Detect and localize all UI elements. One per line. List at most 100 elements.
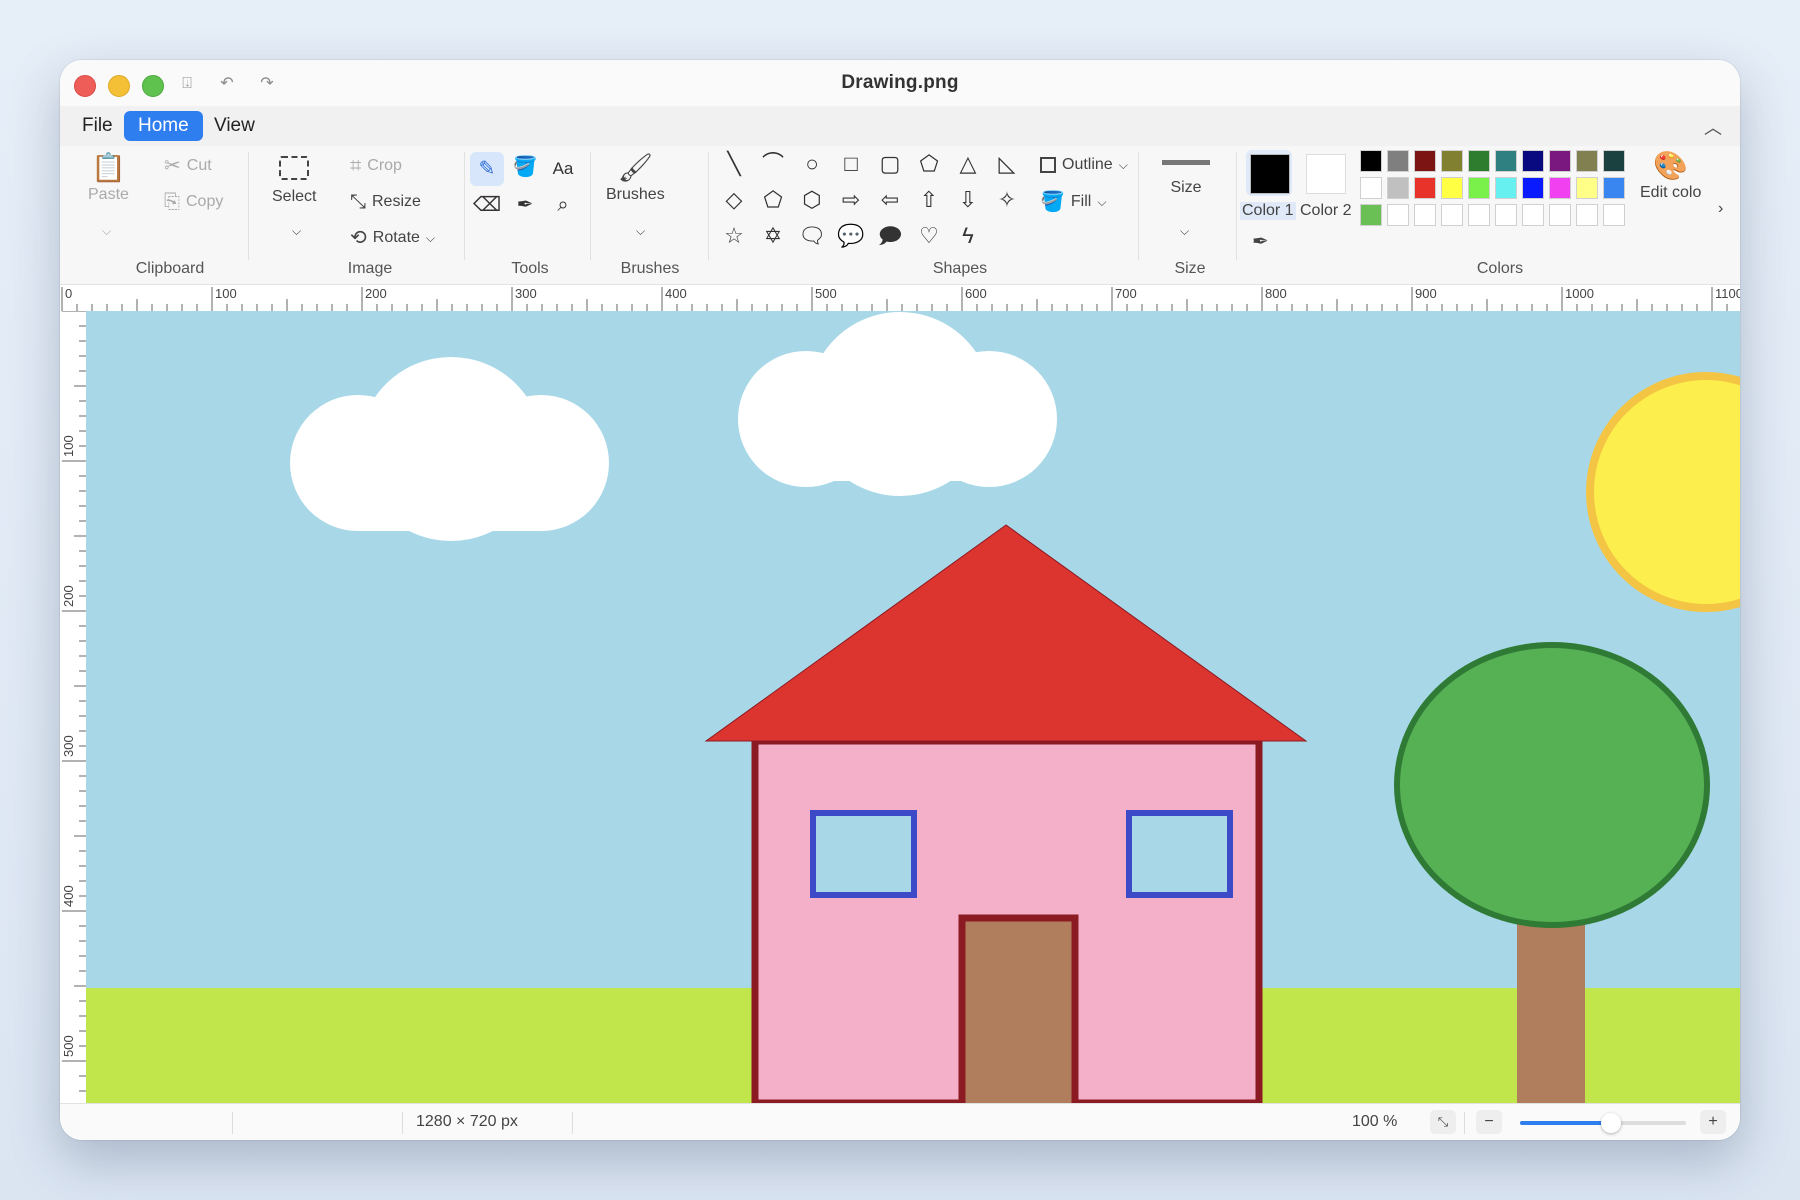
diamond-shape-icon[interactable]: ◇: [720, 186, 748, 214]
palette-swatch[interactable]: [1414, 150, 1436, 172]
brushes-chevron-down-icon[interactable]: ⌵: [636, 224, 645, 239]
crop-button[interactable]: ⌗ Crop: [350, 156, 402, 176]
left-arrow-shape-icon[interactable]: ⇦: [876, 186, 904, 214]
drawing-canvas[interactable]: [86, 311, 1740, 1103]
fill-bucket-icon[interactable]: 🪣: [508, 150, 542, 184]
size-chevron-down-icon[interactable]: ⌵: [1180, 224, 1189, 239]
palette-swatch[interactable]: [1576, 204, 1598, 226]
text-tool-icon[interactable]: Aa: [546, 152, 580, 186]
edit-colors-button[interactable]: 🎨 Edit colo: [1640, 152, 1701, 202]
color2-swatch[interactable]: [1306, 154, 1346, 194]
horizontal-ruler: 0 100 200 300 400 500 600 700 800 900 1000 1100: [60, 285, 1740, 312]
rotate-button[interactable]: ⟲ Rotate ⌵: [350, 228, 435, 248]
paste-button[interactable]: 📋 Paste: [88, 154, 129, 204]
palette-swatch[interactable]: [1387, 177, 1409, 199]
palette-swatch[interactable]: [1414, 204, 1436, 226]
group-label-tools: Tools: [511, 260, 549, 277]
oval-shape-icon[interactable]: ○: [798, 150, 826, 178]
menu-file[interactable]: File: [68, 111, 127, 141]
palette-swatch[interactable]: [1576, 150, 1598, 172]
hexagon-shape-icon[interactable]: ⬡: [798, 186, 826, 214]
polygon-shape-icon[interactable]: ⬠: [915, 150, 943, 178]
collapse-ribbon-icon[interactable]: ︿: [1704, 114, 1722, 140]
zoom-out-button[interactable]: −: [1476, 1110, 1502, 1134]
palette-swatch[interactable]: [1603, 150, 1625, 172]
color1-label[interactable]: Color 1: [1240, 202, 1296, 220]
ruler-label: 200: [61, 585, 76, 607]
outline-dropdown[interactable]: Outline ⌵: [1040, 156, 1128, 174]
zoom-slider-thumb[interactable]: [1601, 1113, 1622, 1133]
palette-swatch[interactable]: [1549, 150, 1571, 172]
eyedropper-icon[interactable]: ✒: [1252, 232, 1269, 252]
palette-swatch[interactable]: [1522, 204, 1544, 226]
rounded-rectangle-shape-icon[interactable]: ▢: [876, 150, 904, 178]
up-arrow-shape-icon[interactable]: ⇧: [915, 186, 943, 214]
cloud-callout-shape-icon[interactable]: 🗩: [876, 222, 904, 250]
palette-swatch[interactable]: [1387, 150, 1409, 172]
copy-button[interactable]: ⎘ Copy: [164, 192, 223, 212]
drawing[interactable]: [86, 311, 1740, 1103]
resize-button[interactable]: ⤡ Resize: [350, 192, 421, 212]
palette-swatch[interactable]: [1603, 177, 1625, 199]
color-picker-icon[interactable]: ✒: [508, 188, 542, 222]
pencil-icon[interactable]: ✎: [470, 152, 504, 186]
palette-swatch[interactable]: [1549, 177, 1571, 199]
heart-shape-icon[interactable]: ♡: [915, 222, 943, 250]
right-arrow-shape-icon[interactable]: ⇨: [837, 186, 865, 214]
palette-swatch[interactable]: [1414, 177, 1436, 199]
zoom-slider[interactable]: [1520, 1113, 1686, 1133]
palette-swatch[interactable]: [1576, 177, 1598, 199]
four-point-star-shape-icon[interactable]: ✧: [993, 186, 1021, 214]
palette-swatch[interactable]: [1522, 177, 1544, 199]
palette-swatch[interactable]: [1495, 150, 1517, 172]
menu-home[interactable]: Home: [124, 111, 203, 141]
palette-swatch[interactable]: [1468, 177, 1490, 199]
palette-swatch[interactable]: [1468, 150, 1490, 172]
select-chevron-down-icon[interactable]: ⌵: [292, 224, 301, 239]
palette-swatch[interactable]: [1441, 177, 1463, 199]
color2-label[interactable]: Color 2: [1300, 202, 1352, 220]
triangle-shape-icon[interactable]: △: [954, 150, 982, 178]
rectangular-callout-shape-icon[interactable]: 🗨: [798, 222, 826, 250]
zoom-in-button[interactable]: +: [1700, 1110, 1726, 1134]
right-triangle-shape-icon[interactable]: ◺: [993, 150, 1021, 178]
menu-view[interactable]: View: [200, 111, 269, 141]
outline-label: Outline: [1062, 156, 1113, 173]
six-point-star-shape-icon[interactable]: ✡: [759, 222, 787, 250]
palette-swatch[interactable]: [1495, 177, 1517, 199]
brushes-button[interactable]: 🖌 Brushes: [606, 152, 665, 204]
size-button[interactable]: Size: [1162, 160, 1210, 197]
palette-swatch[interactable]: [1360, 204, 1382, 226]
paste-chevron-down-icon[interactable]: ⌵: [102, 224, 111, 239]
line-shape-icon[interactable]: ╲: [720, 150, 748, 178]
copy-label: Copy: [186, 193, 224, 210]
ribbon-scroll-right-icon[interactable]: ›: [1718, 200, 1723, 218]
fit-to-window-icon[interactable]: ⤡: [1430, 1110, 1456, 1134]
palette-swatch[interactable]: [1387, 204, 1409, 226]
window-title: Drawing.png: [841, 72, 959, 93]
palette-swatch[interactable]: [1522, 150, 1544, 172]
curve-shape-icon[interactable]: ⌒: [759, 150, 787, 178]
five-point-star-shape-icon[interactable]: ☆: [720, 222, 748, 250]
zoom-slider-fill: [1520, 1121, 1612, 1125]
palette-swatch[interactable]: [1360, 150, 1382, 172]
palette-swatch[interactable]: [1549, 204, 1571, 226]
color1-swatch[interactable]: [1250, 154, 1290, 194]
fill-dropdown[interactable]: 🪣 Fill ⌵: [1040, 192, 1106, 212]
cut-button[interactable]: ✂ Cut: [164, 156, 212, 176]
palette-swatch[interactable]: [1495, 204, 1517, 226]
brush-icon: 🖌: [617, 152, 654, 183]
oval-callout-shape-icon[interactable]: 💬: [837, 222, 865, 250]
eraser-icon[interactable]: ⌫: [470, 188, 504, 222]
lightning-shape-icon[interactable]: ϟ: [954, 222, 982, 250]
palette-swatch[interactable]: [1441, 150, 1463, 172]
magnifier-icon[interactable]: ⌕: [546, 188, 580, 222]
palette-swatch[interactable]: [1603, 204, 1625, 226]
palette-swatch[interactable]: [1441, 204, 1463, 226]
select-button[interactable]: Select: [272, 156, 316, 206]
pentagon-shape-icon[interactable]: ⬠: [759, 186, 787, 214]
rectangle-shape-icon[interactable]: □: [837, 150, 865, 178]
palette-swatch[interactable]: [1360, 177, 1382, 199]
down-arrow-shape-icon[interactable]: ⇩: [954, 186, 982, 214]
palette-swatch[interactable]: [1468, 204, 1490, 226]
